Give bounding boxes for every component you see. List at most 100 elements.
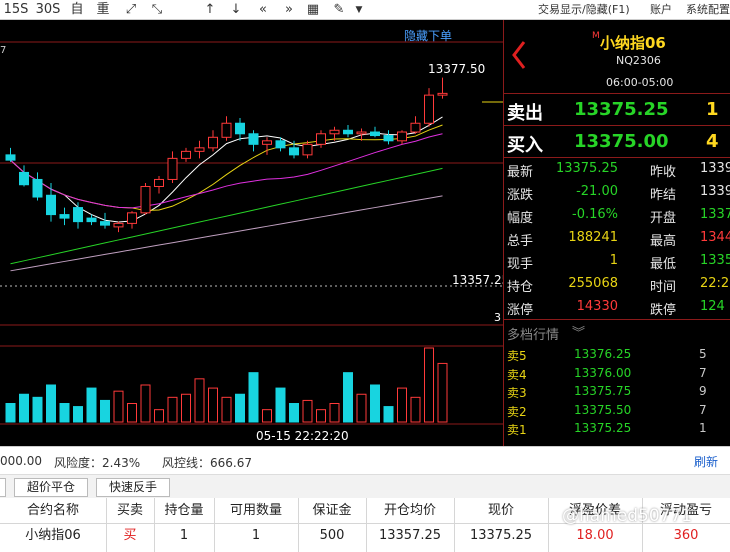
depth-qty: 7 bbox=[699, 365, 707, 380]
arrow-up-icon[interactable]: ↑ bbox=[200, 1, 220, 19]
table-cell[interactable]: 360 bbox=[642, 525, 730, 547]
volume-bar bbox=[154, 409, 164, 423]
buy-price[interactable]: 13375.00 bbox=[574, 131, 669, 152]
column-header[interactable]: 持仓量 bbox=[154, 500, 214, 522]
volume-bar bbox=[370, 384, 380, 423]
system-config-menu[interactable]: 系统配置 bbox=[686, 2, 730, 18]
hide-order-link[interactable]: 隐藏下单 bbox=[404, 27, 452, 44]
quote-label: 涨停 bbox=[507, 303, 534, 318]
pen-icon[interactable]: ✎ bbox=[330, 1, 348, 19]
volume-bar bbox=[302, 399, 313, 423]
table-cell[interactable]: 13357.25 bbox=[366, 525, 454, 547]
candle-body bbox=[275, 140, 286, 149]
depth-level-label: 卖2 bbox=[507, 404, 527, 419]
chevron-down-icon[interactable]: ▼ bbox=[352, 1, 366, 19]
table-cell[interactable]: 13375.25 bbox=[454, 525, 548, 547]
settings-button[interactable]: 重 bbox=[92, 1, 114, 19]
close-over-button[interactable]: 超价平仓 bbox=[14, 478, 88, 497]
collapse-icon[interactable]: ⤡ bbox=[146, 1, 168, 19]
action-bar: 超价平仓 快速反手 bbox=[0, 474, 730, 498]
column-header[interactable]: 买卖 bbox=[106, 500, 154, 522]
table-cell[interactable]: 18.00 bbox=[548, 525, 642, 547]
candles bbox=[5, 77, 448, 233]
sell-price[interactable]: 13375.25 bbox=[574, 99, 669, 120]
price-line-label: 13357.25 bbox=[452, 273, 510, 287]
depth-level-label: 卖3 bbox=[507, 386, 527, 400]
candle bbox=[140, 182, 151, 215]
m-badge: M bbox=[592, 31, 600, 41]
candle-body bbox=[86, 217, 97, 223]
candle bbox=[181, 147, 191, 162]
candle bbox=[127, 211, 137, 229]
account-menu[interactable]: 账户 bbox=[650, 2, 672, 18]
buy-label[interactable]: 买入 bbox=[507, 131, 543, 157]
quote-value: 1339 bbox=[700, 184, 730, 199]
column-header[interactable]: 合约名称 bbox=[0, 500, 106, 522]
scroll-right-icon[interactable]: » bbox=[278, 1, 300, 19]
candle bbox=[248, 130, 259, 152]
right-edge-label: 3 bbox=[494, 311, 501, 324]
candle-body bbox=[316, 133, 326, 145]
volume-bars bbox=[5, 347, 448, 423]
quote-label: 最高 bbox=[650, 234, 677, 249]
volume-bar bbox=[410, 396, 421, 423]
table-cell[interactable]: 买 bbox=[106, 525, 154, 547]
period-30s-button[interactable]: 30S bbox=[34, 1, 62, 19]
candle bbox=[19, 165, 29, 187]
quote-value: 1339 bbox=[700, 161, 730, 176]
candle bbox=[383, 130, 394, 145]
column-header[interactable]: 可用数量 bbox=[214, 500, 298, 522]
sell-label[interactable]: 卖出 bbox=[507, 99, 543, 125]
quote-label: 总手 bbox=[507, 234, 534, 249]
quote-value: 1 bbox=[609, 253, 618, 268]
quote-value: 1335 bbox=[700, 253, 730, 268]
custom-period-button[interactable]: 自 bbox=[66, 1, 88, 19]
quote-value: 188241 bbox=[568, 230, 618, 245]
hidden-button[interactable] bbox=[0, 478, 6, 497]
table-cell[interactable]: 小纳指06 bbox=[0, 525, 106, 547]
table-cell[interactable]: 1 bbox=[154, 525, 214, 547]
volume-bar bbox=[73, 406, 83, 423]
depth-price[interactable]: 13375.50 bbox=[574, 403, 631, 417]
quote-label: 涨跌 bbox=[507, 188, 534, 203]
depth-price[interactable]: 13375.25 bbox=[574, 421, 631, 435]
volume-bar bbox=[316, 409, 326, 423]
column-header[interactable]: 开仓均价 bbox=[366, 500, 454, 522]
volume-bar bbox=[343, 372, 353, 423]
depth-price[interactable]: 13375.75 bbox=[574, 384, 631, 398]
scroll-left-icon[interactable]: « bbox=[252, 1, 274, 19]
depth-qty: 7 bbox=[699, 402, 707, 417]
chevron-double-down-icon[interactable]: ︾ bbox=[572, 322, 585, 341]
expand-icon[interactable]: ⤢ bbox=[120, 1, 142, 19]
column-separator bbox=[106, 498, 107, 552]
candle-body bbox=[154, 178, 164, 187]
table-cell[interactable]: 500 bbox=[298, 525, 366, 547]
back-arrow-icon[interactable] bbox=[510, 40, 528, 70]
volume-bar bbox=[397, 387, 407, 423]
refresh-link[interactable]: 刷新 bbox=[694, 453, 718, 470]
depth-price[interactable]: 13376.00 bbox=[574, 366, 631, 380]
candle-body bbox=[46, 194, 56, 216]
candle-body bbox=[302, 143, 313, 156]
volume-bar bbox=[5, 403, 16, 423]
kline-chart[interactable]: 7 隐藏下单 13377.50 13357.25 3 05-15 22:22:2… bbox=[0, 20, 509, 446]
column-header[interactable]: 现价 bbox=[454, 500, 548, 522]
candle bbox=[32, 172, 43, 201]
depth-level-label: 卖5 bbox=[507, 349, 527, 363]
quote-panel: M 小纳指06 NQ2306 06:00-05:00 卖出 13375.25 1… bbox=[503, 20, 730, 446]
toggle-trade-menu[interactable]: 交易显示/隐藏(F1) bbox=[538, 2, 630, 18]
depth-title[interactable]: 多档行情 bbox=[507, 324, 559, 343]
quote-value: -21.00 bbox=[576, 184, 618, 199]
volume-bar bbox=[167, 396, 178, 423]
column-header[interactable]: 保证金 bbox=[298, 500, 366, 522]
volume-bar bbox=[356, 393, 367, 423]
quick-reverse-button[interactable]: 快速反手 bbox=[96, 478, 170, 497]
period-15s-button[interactable]: 15S bbox=[2, 1, 30, 19]
table-cell[interactable]: 1 bbox=[214, 525, 298, 547]
grid-icon[interactable]: ▦ bbox=[304, 1, 322, 19]
ma20-line bbox=[10, 133, 443, 209]
divider bbox=[504, 319, 730, 320]
depth-price[interactable]: 13376.25 bbox=[574, 347, 631, 361]
arrow-down-icon[interactable]: ↓ bbox=[226, 1, 246, 19]
sell-qty: 1 bbox=[706, 99, 719, 120]
